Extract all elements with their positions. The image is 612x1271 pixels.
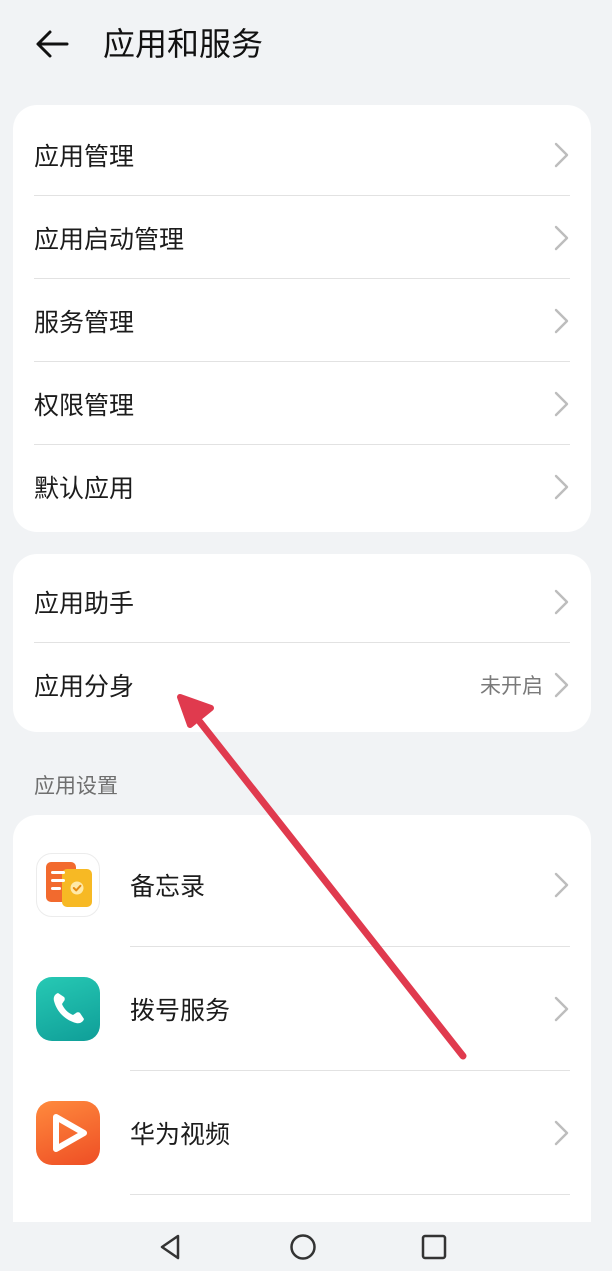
chevron-right-icon	[554, 142, 569, 168]
menu-item-label: 应用管理	[34, 141, 135, 171]
nav-home-icon[interactable]	[288, 1232, 318, 1262]
menu-item-label: 应用助手	[34, 588, 135, 618]
menu-item-label: 默认应用	[34, 473, 135, 503]
chevron-right-icon	[554, 672, 569, 698]
menu-item-app-management[interactable]: 应用管理	[13, 113, 591, 196]
menu-item-service-management[interactable]: 服务管理	[13, 279, 591, 362]
management-card: 应用管理 应用启动管理 服务管理 权限管理 默认应用	[13, 105, 591, 532]
nav-back-icon[interactable]	[156, 1232, 184, 1262]
divider	[130, 1194, 570, 1195]
menu-item-label: 服务管理	[34, 307, 135, 337]
section-title: 应用设置	[34, 774, 118, 798]
status-value: 未开启	[480, 673, 543, 698]
notepad-icon	[36, 853, 100, 917]
menu-item-default-apps[interactable]: 默认应用	[13, 445, 591, 528]
app-item-dialer[interactable]: 拨号服务	[13, 947, 591, 1071]
chevron-right-icon	[554, 872, 569, 898]
app-item-huawei-video[interactable]: 华为视频	[13, 1071, 591, 1195]
page-title: 应用和服务	[103, 25, 264, 63]
menu-item-app-assistant[interactable]: 应用助手	[13, 560, 591, 643]
app-item-label: 拨号服务	[130, 996, 231, 1025]
chevron-right-icon	[554, 589, 569, 615]
menu-item-label: 应用启动管理	[34, 224, 185, 254]
menu-item-app-launch-management[interactable]: 应用启动管理	[13, 196, 591, 279]
menu-item-label: 应用分身	[34, 671, 135, 701]
phone-icon	[36, 977, 100, 1041]
menu-item-label: 权限管理	[34, 390, 135, 420]
video-play-icon	[36, 1101, 100, 1165]
app-item-label: 备忘录	[130, 872, 206, 901]
menu-item-permission-management[interactable]: 权限管理	[13, 362, 591, 445]
arrow-left-icon	[36, 30, 69, 58]
chevron-right-icon	[554, 1120, 569, 1146]
menu-item-app-twin[interactable]: 应用分身 未开启	[13, 643, 591, 726]
system-nav-bar	[0, 1222, 612, 1271]
app-item-notepad[interactable]: 备忘录	[13, 823, 591, 947]
app-item-label: 华为视频	[130, 1120, 231, 1149]
chevron-right-icon	[554, 474, 569, 500]
assistant-card: 应用助手 应用分身 未开启	[13, 554, 591, 732]
app-bar: 应用和服务	[0, 0, 612, 92]
back-button[interactable]	[24, 20, 80, 68]
app-settings-card: 备忘录 拨号服务 华为视频	[13, 815, 591, 1235]
nav-recent-icon[interactable]	[420, 1232, 448, 1262]
chevron-right-icon	[554, 308, 569, 334]
chevron-right-icon	[554, 391, 569, 417]
chevron-right-icon	[554, 225, 569, 251]
chevron-right-icon	[554, 996, 569, 1022]
